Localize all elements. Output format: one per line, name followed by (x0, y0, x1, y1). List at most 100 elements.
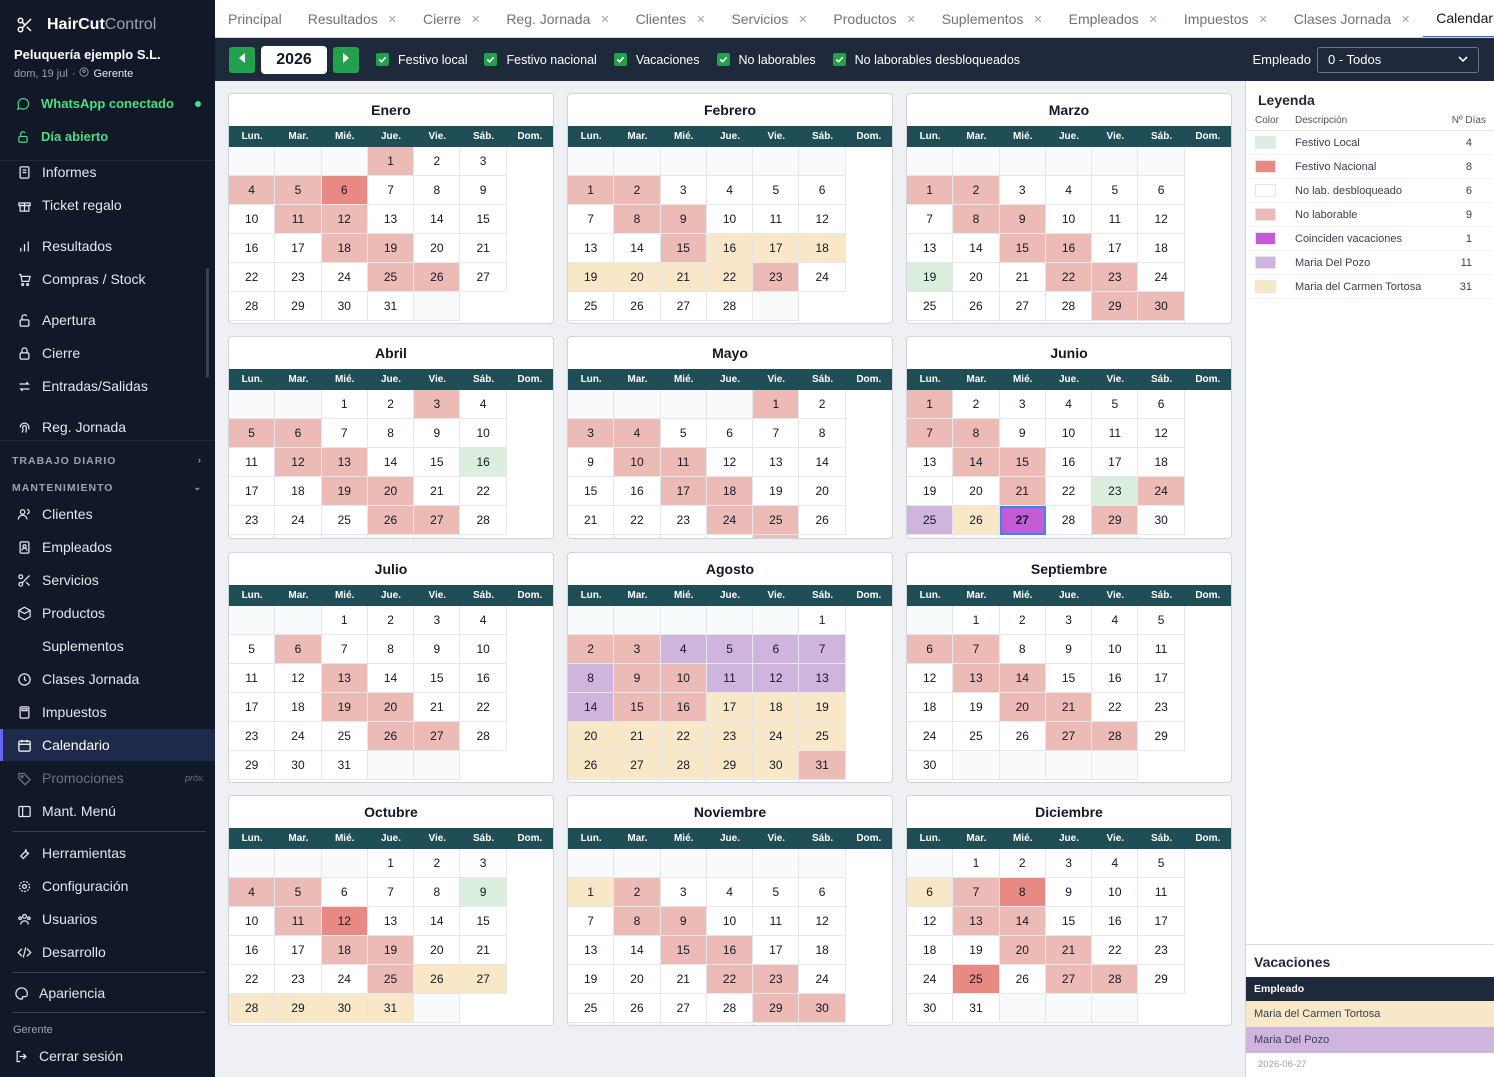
day-cell[interactable]: 6 (275, 419, 322, 448)
day-cell[interactable]: 20 (414, 936, 461, 965)
day-cell[interactable]: 31 (367, 292, 415, 321)
day-cell[interactable]: 23 (753, 263, 800, 292)
day-cell[interactable]: 12 (799, 907, 846, 936)
day-cell[interactable]: 21 (568, 506, 615, 535)
day-cell[interactable]: 8 (799, 419, 846, 448)
whatsapp-status[interactable]: WhatsApp conectado (16, 96, 201, 111)
day-cell[interactable]: 18 (753, 693, 800, 722)
day-cell[interactable]: 15 (568, 477, 615, 506)
day-cell[interactable]: 15 (999, 234, 1046, 263)
day-cell[interactable]: 31 (953, 994, 1000, 1023)
day-cell[interactable]: 12 (799, 205, 846, 234)
logout-button[interactable]: Cerrar sesión (0, 1042, 215, 1070)
day-cell[interactable]: 15 (460, 907, 507, 936)
day-cell[interactable]: 25 (367, 965, 415, 994)
day-cell[interactable]: 29 (229, 535, 276, 538)
filter-checkbox[interactable]: Festivo nacional (484, 53, 597, 67)
day-cell[interactable]: 20 (953, 477, 1000, 506)
day-cell[interactable]: 24 (706, 506, 754, 535)
day-cell[interactable]: 19 (907, 477, 954, 506)
day-cell[interactable]: 3 (568, 419, 615, 448)
day-cell[interactable]: 19 (321, 693, 368, 722)
day-cell[interactable]: 13 (367, 907, 415, 936)
day-cell[interactable]: 7 (568, 907, 615, 936)
day-cell[interactable]: 10 (1045, 419, 1093, 448)
day-cell[interactable]: 9 (460, 878, 507, 907)
day-cell[interactable]: 20 (953, 263, 1000, 292)
day-cell[interactable]: 23 (229, 506, 276, 535)
day-cell[interactable]: 2 (568, 635, 615, 664)
day-cell[interactable]: 7 (953, 635, 1000, 664)
day-cell[interactable]: 27 (660, 292, 707, 321)
sidebar-scrollbar[interactable] (206, 268, 209, 378)
day-cell[interactable]: 19 (953, 936, 1000, 965)
day-cell[interactable]: 24 (275, 506, 322, 535)
day-cell[interactable]: 25 (568, 292, 615, 321)
day-cell[interactable]: 2 (999, 849, 1046, 878)
day-cell[interactable]: 15 (1045, 907, 1093, 936)
day-cell[interactable]: 10 (460, 635, 507, 664)
day-cell[interactable]: 18 (799, 936, 846, 965)
day-cell[interactable]: 17 (275, 936, 322, 965)
day-cell[interactable]: 2 (414, 849, 461, 878)
day-cell[interactable]: 21 (660, 965, 707, 994)
day-cell[interactable]: 9 (614, 664, 661, 693)
day-cell[interactable]: 26 (799, 506, 846, 535)
day-cell[interactable]: 9 (414, 419, 461, 448)
brand[interactable]: HairCut Control (15, 15, 156, 35)
tab-productos[interactable]: Productos ✕ (820, 0, 928, 37)
day-cell[interactable]: 23 (1092, 263, 1139, 292)
day-cell[interactable]: 9 (414, 635, 461, 664)
day-cell[interactable]: 2 (614, 176, 661, 205)
day-cell[interactable]: 13 (799, 664, 846, 693)
day-cell[interactable]: 18 (275, 693, 322, 722)
tab-principal[interactable]: Principal (215, 0, 295, 37)
day-cell[interactable]: 5 (1092, 390, 1139, 419)
day-cell[interactable]: 19 (367, 936, 415, 965)
day-cell[interactable]: 26 (568, 751, 615, 780)
day-cell[interactable]: 6 (799, 878, 846, 907)
day-cell[interactable]: 20 (367, 693, 415, 722)
day-cell[interactable]: 12 (275, 664, 322, 693)
day-cell[interactable]: 10 (460, 419, 507, 448)
day-cell[interactable]: 3 (614, 635, 661, 664)
day-cell[interactable]: 9 (999, 419, 1046, 448)
day-cell[interactable]: 16 (460, 448, 507, 477)
tab-calendario[interactable]: Calendario (1423, 0, 1494, 37)
sidebar-item-herramientas[interactable]: Herramientas (0, 839, 215, 867)
day-cell[interactable]: 24 (753, 722, 800, 751)
day-cell[interactable]: 24 (799, 263, 846, 292)
day-cell[interactable]: 30 (907, 751, 954, 780)
day-cell[interactable]: 4 (1045, 390, 1093, 419)
day-cell[interactable]: 21 (999, 477, 1046, 506)
day-cell[interactable]: 6 (1138, 176, 1185, 205)
day-cell[interactable]: 3 (1045, 606, 1093, 635)
close-icon[interactable]: ✕ (1149, 13, 1158, 26)
day-cell[interactable]: 15 (614, 693, 661, 722)
day-cell[interactable]: 17 (1092, 234, 1139, 263)
day-cell[interactable]: 8 (367, 635, 415, 664)
day-cell[interactable]: 30 (799, 994, 846, 1023)
day-cell[interactable]: 11 (753, 205, 800, 234)
day-cell[interactable]: 19 (799, 693, 846, 722)
day-cell[interactable]: 14 (414, 205, 461, 234)
day-cell[interactable]: 6 (706, 419, 754, 448)
day-cell[interactable]: 13 (568, 936, 615, 965)
day-cell[interactable]: 1 (321, 390, 368, 419)
day-cell[interactable]: 24 (1138, 477, 1185, 506)
day-cell[interactable]: 16 (1045, 234, 1093, 263)
day-cell[interactable]: 25 (907, 506, 954, 535)
sidebar-item-informes[interactable]: Informes (0, 158, 215, 186)
day-cell[interactable]: 5 (1138, 849, 1185, 878)
day-cell[interactable]: 23 (1138, 936, 1185, 965)
day-cell[interactable]: 31 (907, 321, 954, 323)
sidebar-item-ticket-regalo[interactable]: Ticket regalo (0, 191, 215, 219)
day-cell[interactable]: 19 (568, 965, 615, 994)
day-cell[interactable]: 1 (367, 849, 415, 878)
day-cell[interactable]: 1 (953, 849, 1000, 878)
sidebar-item-empleados[interactable]: Empleados (0, 533, 215, 561)
close-icon[interactable]: ✕ (1033, 13, 1042, 26)
day-cell[interactable]: 4 (660, 635, 707, 664)
day-cell[interactable]: 27 (568, 535, 615, 538)
day-cell[interactable]: 20 (614, 263, 661, 292)
